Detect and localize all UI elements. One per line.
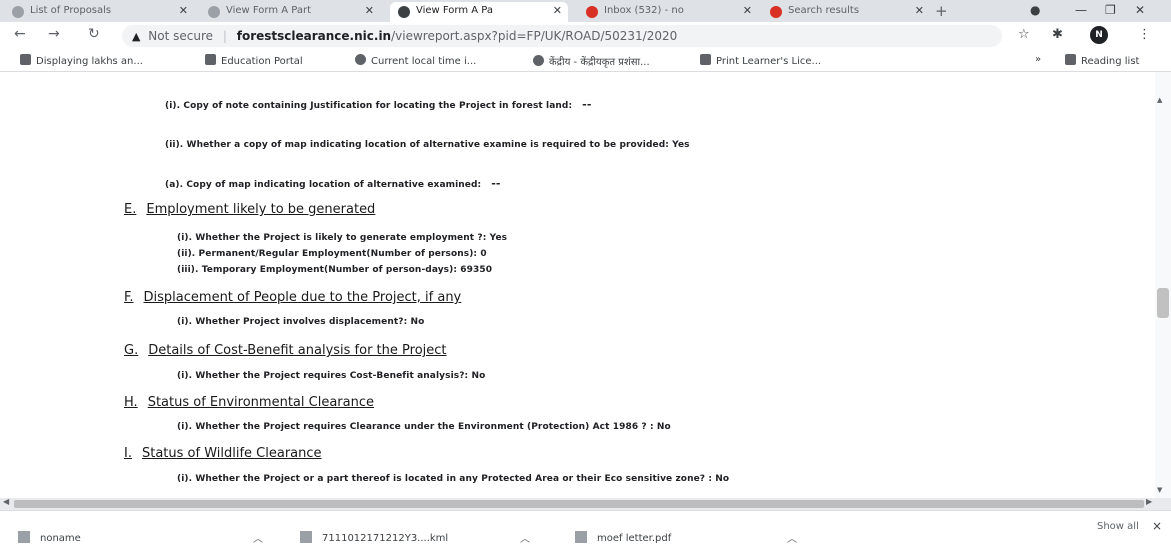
bookmarks-bar: Displaying lakhs an... Education Portal … [0,50,1171,72]
vertical-scrollbar[interactable] [1155,72,1171,498]
tab-strip: List of Proposals ✕ View Form A Part ✕ V… [0,0,1171,22]
tab-favicon-icon [208,6,220,18]
extensions-puzzle-icon[interactable]: ✱ [1052,27,1063,42]
globe-icon [355,54,366,65]
download-shelf: noname ︿ 7111012171212Y3....kml ︿ moef l… [0,510,1171,546]
tab-inbox[interactable]: Inbox (532) - no ✕ [578,2,758,22]
maximize-icon[interactable]: ❐ [1105,3,1116,17]
alternative-map-copy-line: (a). Copy of map indicating location of … [165,177,501,190]
bookmark-item[interactable]: Education Portal [205,54,303,67]
reading-list-button[interactable]: Reading list [1065,54,1139,67]
tab-label: Inbox (532) - no [604,5,684,16]
tab-close-icon[interactable]: ✕ [179,4,188,17]
download-item[interactable]: 7111012171212Y3....kml [300,531,448,544]
chevron-up-icon[interactable]: ︿ [787,530,797,545]
forward-arrow-icon[interactable]: → [48,26,60,42]
employment-item: (i). Whether the Project is likely to ge… [177,233,508,243]
show-all-button[interactable]: Show all [1097,521,1139,532]
tab-close-icon[interactable]: ✕ [553,4,562,17]
justification-copy-line: (i). Copy of note containing Justificati… [165,98,592,111]
kebab-menu-icon[interactable]: ⋮ [1138,27,1151,42]
section-heading-displacement: F. Displacement of People due to the Proj… [124,290,462,305]
globe-icon [533,55,544,66]
tab-close-icon[interactable]: ✕ [743,4,752,17]
section-heading-cost-benefit: G. Details of Cost-Benefit analysis for t… [124,343,447,358]
extension-icon[interactable]: ● [1030,3,1040,17]
download-item[interactable]: moef letter.pdf [575,531,671,544]
new-tab-button[interactable]: + [935,2,948,20]
tab-label: Search results [788,5,860,16]
bookmark-favicon-icon [700,54,711,65]
displacement-item: (i). Whether Project involves displaceme… [177,317,425,327]
window-close-icon[interactable]: ✕ [1135,3,1145,17]
horizontal-scroll-thumb[interactable] [14,500,1144,508]
profile-avatar[interactable]: N [1090,26,1108,44]
gmail-favicon-icon [586,6,598,18]
download-item[interactable]: noname [18,531,81,544]
section-heading-employment: E. Employment likely to be generated [124,202,376,217]
gmail-favicon-icon [770,6,782,18]
bookmark-item[interactable]: Print Learner's Lice... [700,54,821,67]
address-bar[interactable]: ▲ Not secure | forestsclearance.nic.in/v… [122,25,1002,47]
tab-list-of-proposals[interactable]: List of Proposals ✕ [4,2,194,22]
scroll-right-arrow-icon[interactable]: ▶ [1146,497,1152,506]
employment-item: (iii). Temporary Employment(Number of pe… [177,265,493,275]
tab-label: View Form A Pa [416,5,494,16]
tab-favicon-icon [398,6,410,18]
bookmark-favicon-icon [205,54,216,65]
alternative-map-required-line: (ii). Whether a copy of map indicating l… [165,140,690,150]
vertical-scroll-thumb[interactable] [1157,288,1169,318]
bookmark-favicon-icon [20,54,31,65]
reload-icon[interactable]: ↻ [88,26,100,42]
section-heading-environmental-clearance: H. Status of Environmental Clearance [124,395,374,410]
tab-view-form-a-part[interactable]: View Form A Part ✕ [200,2,380,22]
url-host: forestsclearance.nic.in [236,29,392,43]
tab-search-results[interactable]: Search results ✕ [762,2,930,22]
section-heading-wildlife-clearance: I. Status of Wildlife Clearance [124,446,322,461]
file-icon [18,531,30,543]
environmental-clearance-item: (i). Whether the Project requires Cleara… [177,422,671,432]
employment-item: (ii). Permanent/Regular Employment(Numbe… [177,249,487,259]
pdf-file-icon [575,531,587,543]
not-secure-label[interactable]: Not secure [148,29,213,43]
report-content: (i). Copy of note containing Justificati… [0,72,1171,498]
tab-close-icon[interactable]: ✕ [915,4,924,17]
file-icon [300,531,312,543]
back-arrow-icon[interactable]: ← [14,26,26,42]
chevron-up-icon[interactable]: ︿ [253,530,263,545]
scroll-down-arrow-icon[interactable]: ▼ [1157,486,1162,494]
wildlife-clearance-item: (i). Whether the Project or a part there… [177,474,730,484]
divider: | [222,29,227,43]
bookmark-star-icon[interactable]: ☆ [1018,27,1030,42]
minimize-icon[interactable]: — [1075,3,1087,17]
chevron-up-icon[interactable]: ︿ [520,530,530,545]
close-shelf-icon[interactable]: × [1152,519,1162,533]
tab-favicon-icon [12,6,24,18]
reading-list-icon [1065,54,1076,65]
warning-triangle-icon[interactable]: ▲ [132,30,140,43]
tab-close-icon[interactable]: ✕ [365,4,374,17]
bookmark-item[interactable]: केंद्रीय - केंद्रीयकृत प्रशंसा... [533,54,650,68]
address-toolbar: ← → ↻ ▲ Not secure | forestsclearance.ni… [0,22,1171,50]
tab-label: List of Proposals [30,5,112,16]
bookmark-item[interactable]: Displaying lakhs an... [20,54,143,67]
scroll-up-arrow-icon[interactable]: ▲ [1157,96,1162,104]
bookmark-item[interactable]: Current local time i... [355,54,476,67]
cost-benefit-item: (i). Whether the Project requires Cost-B… [177,371,486,381]
scroll-left-arrow-icon[interactable]: ◀ [3,497,9,506]
tab-view-form-a-pa-active[interactable]: View Form A Pa ✕ [390,2,568,22]
more-bookmarks-chevron[interactable]: » [1035,54,1041,65]
tab-label: View Form A Part [226,5,312,16]
url-path: /viewreport.aspx?pid=FP/UK/ROAD/50231/20… [391,29,678,43]
